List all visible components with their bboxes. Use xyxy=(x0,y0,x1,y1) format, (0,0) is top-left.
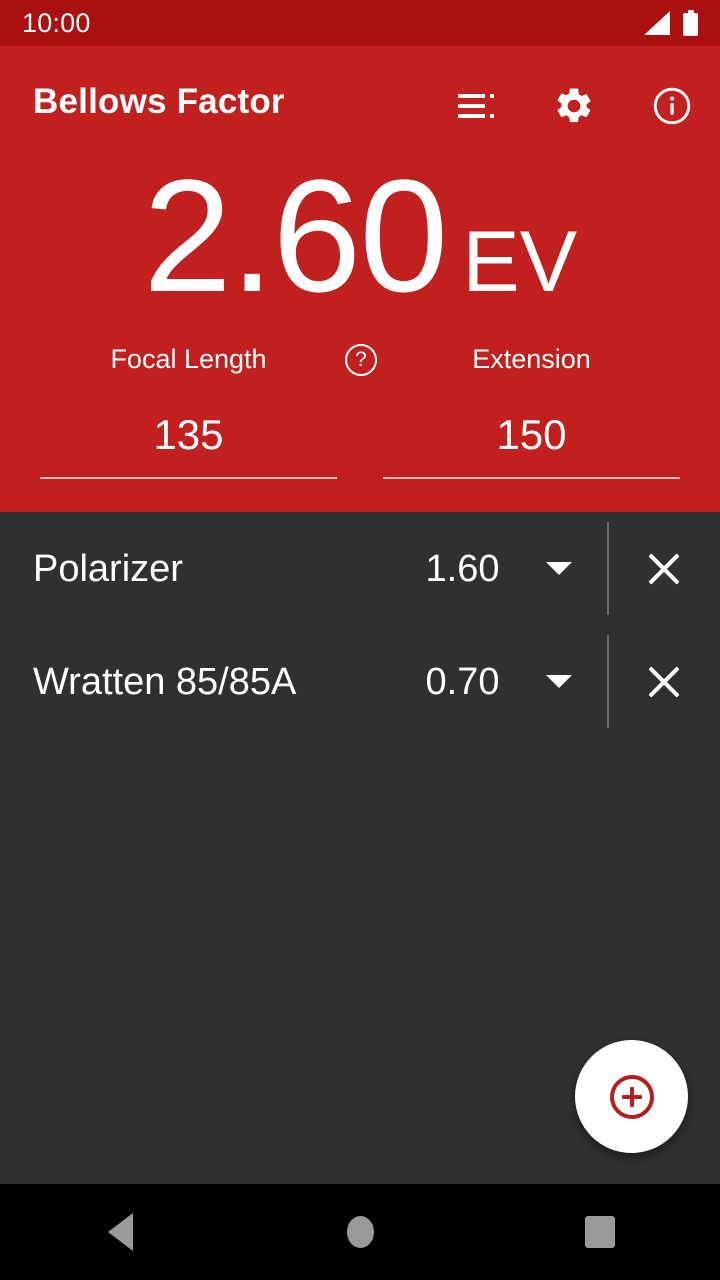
chevron-down-icon[interactable] xyxy=(546,562,572,575)
filter-row[interactable]: Polarizer 1.60 xyxy=(0,512,720,625)
list-icon xyxy=(458,93,494,119)
recents-icon xyxy=(585,1216,615,1248)
nav-back-button[interactable] xyxy=(65,1184,175,1280)
home-icon xyxy=(346,1216,374,1248)
extension-field: Extension xyxy=(383,346,680,479)
filter-name: Polarizer xyxy=(33,547,183,590)
filter-name: Wratten 85/85A xyxy=(33,660,297,703)
row-divider xyxy=(607,522,609,615)
help-button[interactable]: ? xyxy=(339,338,383,382)
filter-value[interactable]: 0.70 xyxy=(400,663,525,701)
status-bar: 10:00 xyxy=(0,0,720,46)
page-title: Bellows Factor xyxy=(33,82,285,121)
extension-input[interactable] xyxy=(383,411,680,459)
gear-icon xyxy=(557,88,591,123)
close-icon[interactable] xyxy=(640,658,688,706)
add-circle-icon xyxy=(609,1074,654,1119)
status-time: 10:00 xyxy=(22,7,91,38)
info-icon xyxy=(653,87,691,125)
result-display: 2.60 EV xyxy=(0,156,720,316)
close-icon[interactable] xyxy=(640,545,688,593)
focal-length-label: Focal Length xyxy=(110,344,267,374)
header-panel: Bellows Factor 2.60 EV Focal Length 135 … xyxy=(0,46,720,512)
input-section: Focal Length ? Extension xyxy=(0,344,720,512)
extension-underline xyxy=(383,477,680,479)
app-root: 10:00 Bellows Factor 2.60 EV Focal Lengt… xyxy=(0,0,720,1280)
focal-length-field: Focal Length xyxy=(40,346,337,479)
status-icons xyxy=(642,10,698,36)
row-divider xyxy=(607,635,609,728)
app-bar-actions xyxy=(454,84,694,128)
settings-button[interactable] xyxy=(552,84,596,128)
filter-value[interactable]: 1.60 xyxy=(400,550,525,588)
focal-length-input[interactable] xyxy=(40,411,337,459)
signal-cellular-icon xyxy=(642,11,670,35)
info-button[interactable] xyxy=(650,84,694,128)
result-value: 2.60 xyxy=(142,146,448,325)
nav-home-button[interactable] xyxy=(305,1184,415,1280)
battery-icon xyxy=(683,10,698,36)
result-unit: EV xyxy=(462,214,578,310)
add-filter-fab[interactable] xyxy=(575,1040,688,1153)
help-circle-icon: ? xyxy=(345,344,377,376)
list-button[interactable] xyxy=(454,84,498,128)
filter-row[interactable]: Wratten 85/85A 0.70 xyxy=(0,625,720,738)
back-icon xyxy=(107,1213,133,1251)
focal-length-underline xyxy=(40,477,337,479)
chevron-down-icon[interactable] xyxy=(546,675,572,688)
android-nav-bar xyxy=(0,1184,720,1280)
nav-recents-button[interactable] xyxy=(545,1184,655,1280)
extension-label: Extension xyxy=(472,344,591,374)
